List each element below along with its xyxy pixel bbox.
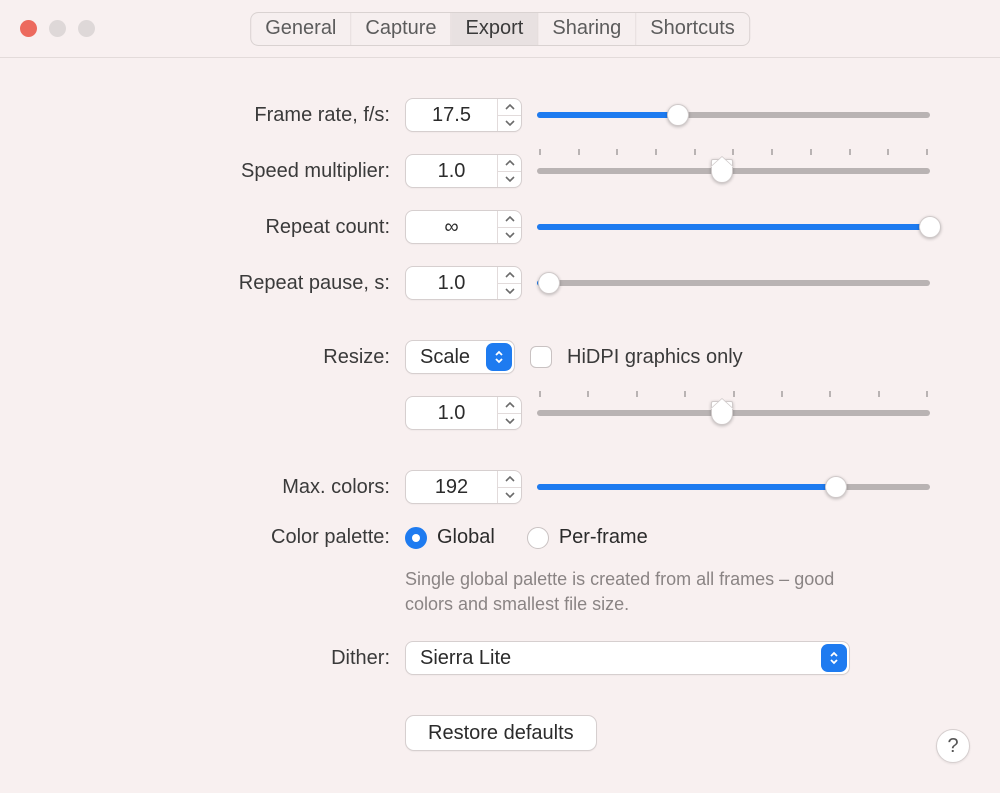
dither-label: Dither: [55,647,405,670]
chevron-up-icon[interactable] [498,471,521,487]
radio-label: Global [437,526,495,549]
chevron-down-icon[interactable] [498,413,521,430]
resize-scale-slider[interactable] [537,398,930,428]
minimize-window-button[interactable] [49,20,66,37]
export-panel: Frame rate, f/s: 17.5 Speed multiplier: [0,58,1000,793]
radio-label: Per-frame [559,526,648,549]
chevron-down-icon[interactable] [498,487,521,504]
tab-shortcuts[interactable]: Shortcuts [636,13,748,45]
repeat-pause-slider[interactable] [537,268,930,298]
resize-scale-field[interactable]: 1.0 [405,396,522,430]
color-palette-helper: Single global palette is created from al… [405,567,865,617]
speed-multiplier-label: Speed multiplier: [55,160,405,183]
chevron-down-icon[interactable] [498,115,521,132]
speed-multiplier-field[interactable]: 1.0 [405,154,522,188]
repeat-count-stepper[interactable] [497,211,521,243]
chevron-down-icon[interactable] [498,283,521,300]
chevron-up-icon[interactable] [498,99,521,115]
speed-multiplier-stepper[interactable] [497,155,521,187]
resize-scale-stepper[interactable] [497,397,521,429]
titlebar: GeneralCaptureExportSharingShortcuts [0,0,1000,58]
max-colors-label: Max. colors: [55,476,405,499]
speed-multiplier-slider[interactable] [537,156,930,186]
help-button[interactable]: ? [936,729,970,763]
max-colors-slider[interactable] [537,472,930,502]
restore-defaults-button[interactable]: Restore defaults [405,715,597,751]
radio-dot-icon [527,527,549,549]
tab-export[interactable]: Export [452,13,539,45]
repeat-count-label: Repeat count: [55,216,405,239]
chevron-up-icon[interactable] [498,155,521,171]
repeat-pause-label: Repeat pause, s: [55,272,405,295]
chevron-down-icon[interactable] [498,171,521,188]
preferences-tabs: GeneralCaptureExportSharingShortcuts [250,12,750,46]
dither-select[interactable]: Sierra Lite [405,641,850,675]
frame-rate-label: Frame rate, f/s: [55,104,405,127]
close-window-button[interactable] [20,20,37,37]
hidpi-checkbox[interactable] [530,346,552,368]
tab-general[interactable]: General [251,13,351,45]
frame-rate-slider[interactable] [537,100,930,130]
tab-sharing[interactable]: Sharing [538,13,636,45]
color-palette-radio-group: Global Per-frame [405,526,648,549]
color-palette-radio-global[interactable]: Global [405,526,495,549]
repeat-count-field[interactable]: ∞ [405,210,522,244]
tab-capture[interactable]: Capture [351,13,451,45]
max-colors-field[interactable]: 192 [405,470,522,504]
resize-label: Resize: [55,346,405,369]
chevron-up-icon[interactable] [498,397,521,413]
hidpi-label: HiDPI graphics only [567,346,743,369]
select-chevron-icon [486,343,512,371]
select-chevron-icon [821,644,847,672]
repeat-pause-stepper[interactable] [497,267,521,299]
repeat-count-slider[interactable] [537,212,930,242]
chevron-up-icon[interactable] [498,211,521,227]
repeat-pause-field[interactable]: 1.0 [405,266,522,300]
chevron-up-icon[interactable] [498,267,521,283]
color-palette-label: Color palette: [55,526,405,549]
frame-rate-field[interactable]: 17.5 [405,98,522,132]
window-controls [20,20,95,37]
radio-dot-icon [405,527,427,549]
color-palette-radio-per-frame[interactable]: Per-frame [527,526,648,549]
zoom-window-button[interactable] [78,20,95,37]
max-colors-stepper[interactable] [497,471,521,503]
chevron-down-icon[interactable] [498,227,521,244]
frame-rate-stepper[interactable] [497,99,521,131]
resize-select[interactable]: Scale [405,340,515,374]
